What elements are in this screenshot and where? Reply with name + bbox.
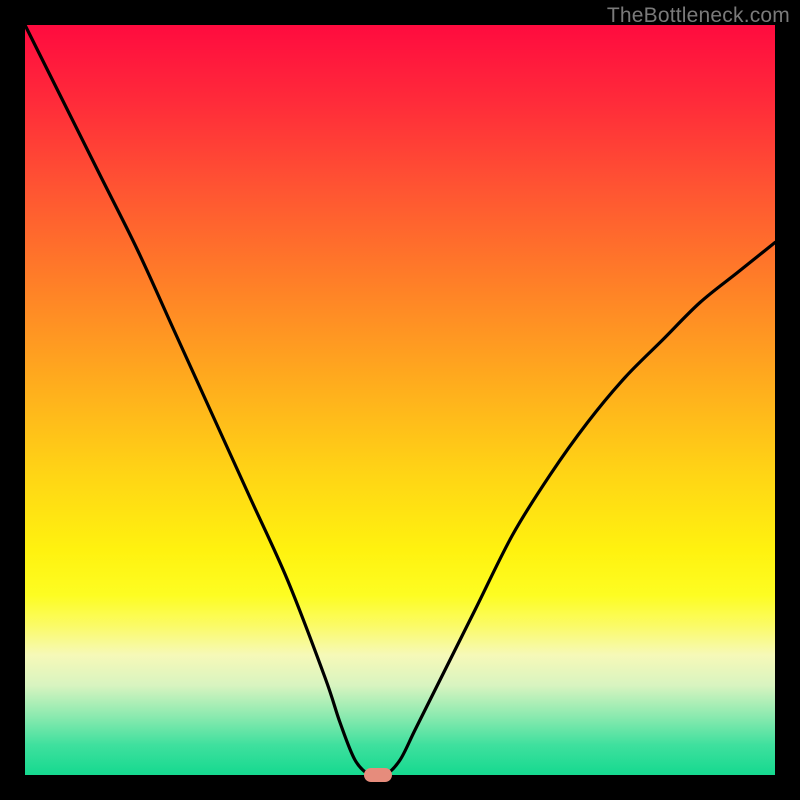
optimal-marker	[364, 768, 392, 782]
bottleneck-curve	[25, 25, 775, 775]
watermark-text: TheBottleneck.com	[607, 4, 790, 28]
chart-stage: TheBottleneck.com	[0, 0, 800, 800]
curve-path	[25, 25, 775, 775]
plot-area	[25, 25, 775, 775]
